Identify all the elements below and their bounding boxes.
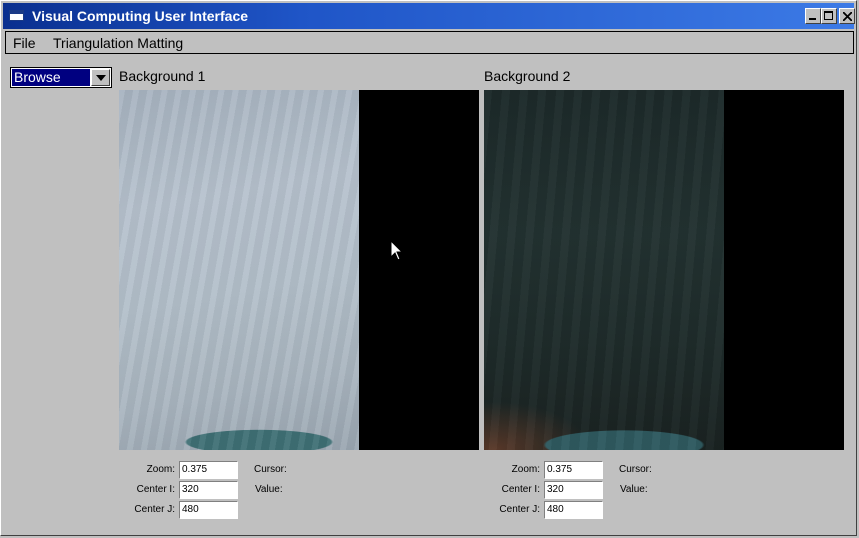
- window-title: Visual Computing User Interface: [32, 8, 249, 24]
- mode-select[interactable]: Browse: [10, 67, 112, 88]
- image-view-background-1[interactable]: [119, 90, 479, 450]
- center-i-label: Center I:: [501, 484, 540, 495]
- menu-triangulation-matting[interactable]: Triangulation Matting: [53, 35, 183, 51]
- title-bar[interactable]: Visual Computing User Interface: [3, 3, 855, 29]
- maximize-icon[interactable]: [821, 8, 837, 24]
- background-2-photo: [484, 90, 724, 450]
- app-icon: [9, 10, 24, 21]
- value-label: Value:: [255, 484, 283, 495]
- center-j-input[interactable]: 480: [179, 501, 238, 519]
- center-i-input[interactable]: 320: [544, 481, 603, 499]
- minimize-icon[interactable]: [805, 8, 821, 24]
- zoom-label: Zoom:: [511, 464, 540, 475]
- cursor-label: Cursor:: [619, 464, 652, 475]
- zoom-input[interactable]: 0.375: [544, 461, 603, 479]
- zoom-input[interactable]: 0.375: [179, 461, 238, 479]
- panel-title-background-2: Background 2: [484, 68, 571, 84]
- center-i-input[interactable]: 320: [179, 481, 238, 499]
- cursor-label: Cursor:: [254, 464, 287, 475]
- menu-bar: File Triangulation Matting: [5, 31, 854, 54]
- mode-select-value: Browse: [12, 69, 90, 86]
- center-j-label: Center J:: [134, 504, 175, 515]
- background-1-photo: [119, 90, 359, 450]
- main-window: Visual Computing User Interface File Tri…: [0, 0, 857, 536]
- value-label: Value:: [620, 484, 648, 495]
- image-view-background-2[interactable]: [484, 90, 844, 450]
- mouse-pointer-icon: [390, 240, 404, 261]
- panel-title-background-1: Background 1: [119, 68, 206, 84]
- menu-file[interactable]: File: [13, 35, 36, 51]
- close-icon[interactable]: [839, 8, 855, 24]
- dropdown-arrow-icon[interactable]: [91, 69, 110, 86]
- center-j-label: Center J:: [499, 504, 540, 515]
- zoom-label: Zoom:: [146, 464, 175, 475]
- center-j-input[interactable]: 480: [544, 501, 603, 519]
- center-i-label: Center I:: [136, 484, 175, 495]
